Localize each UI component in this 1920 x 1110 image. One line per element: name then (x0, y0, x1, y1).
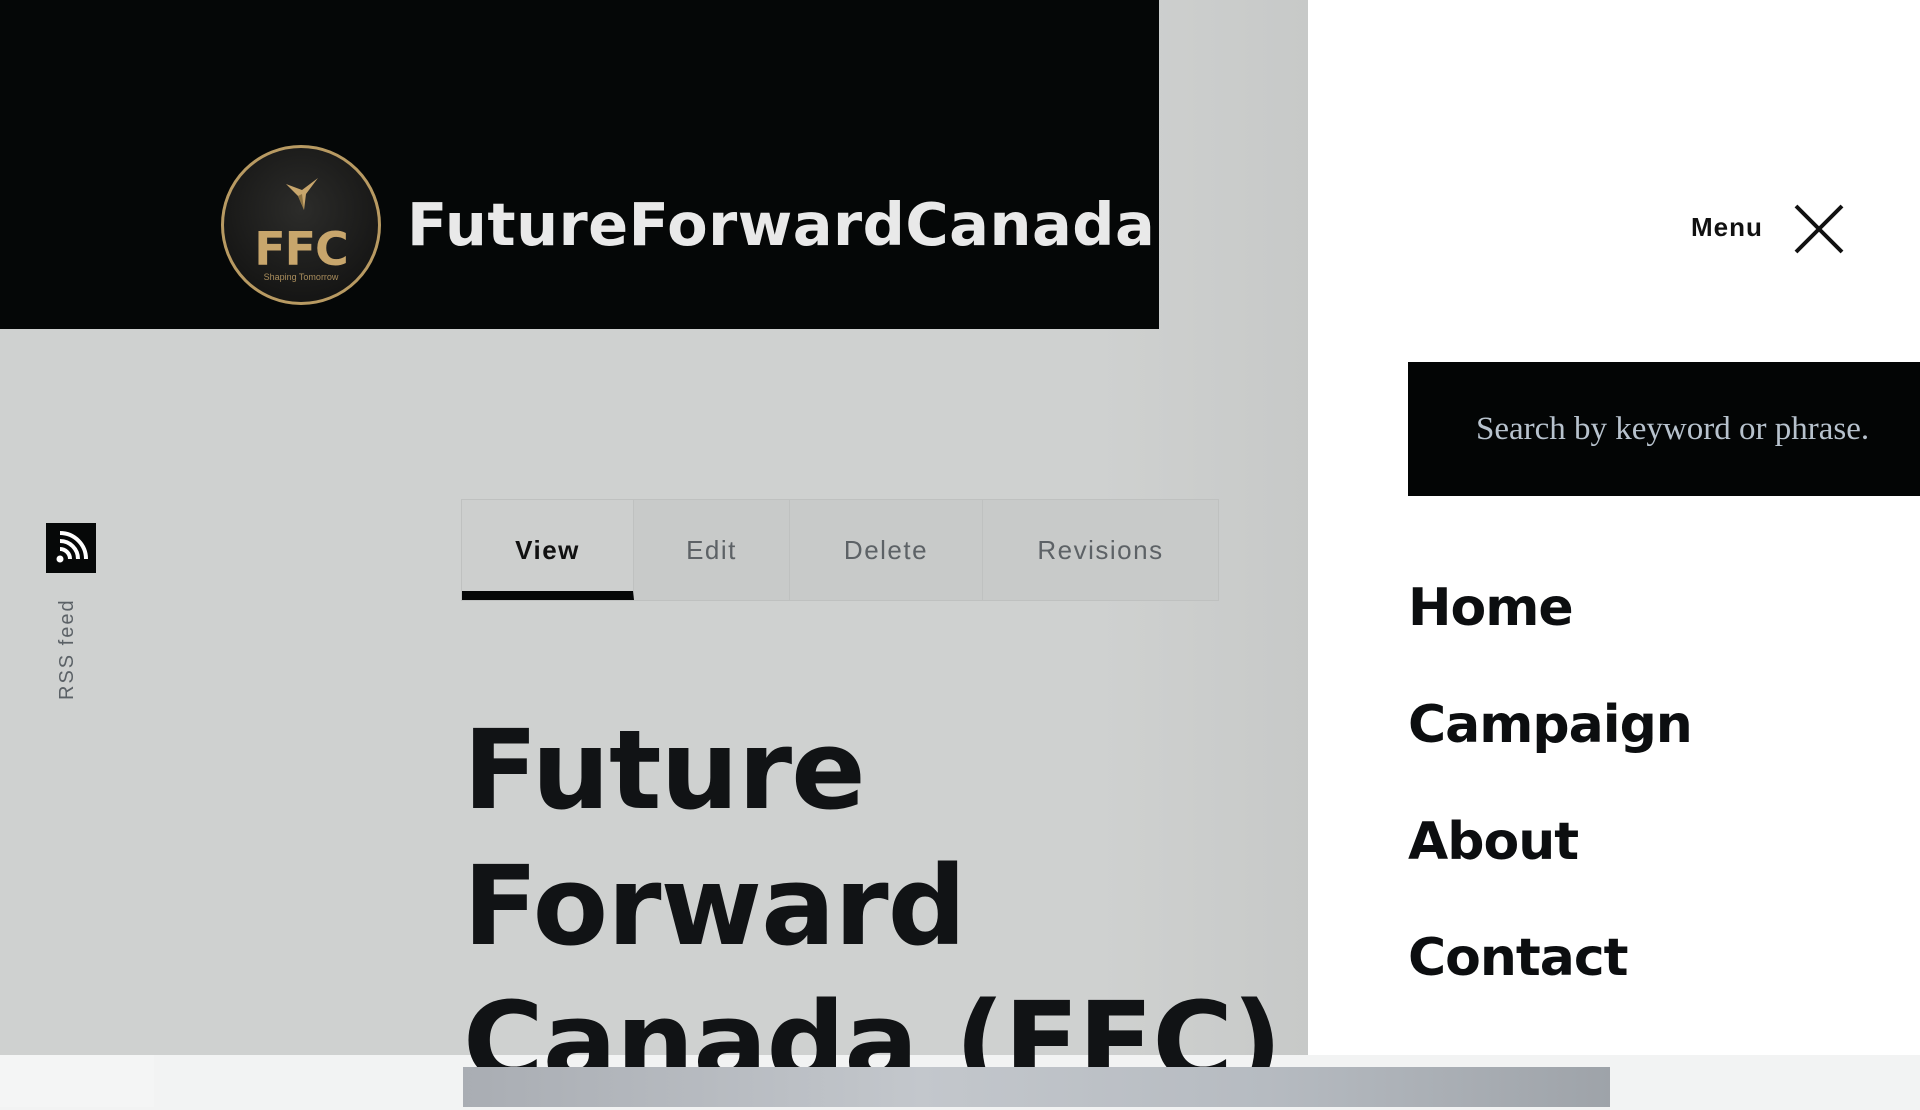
hero-image (463, 1067, 1610, 1107)
bird-icon (286, 178, 318, 210)
left-gutter-footer (0, 1055, 154, 1107)
rss-feed-label[interactable]: RSS feed (56, 598, 79, 700)
nav-item-campaign[interactable]: Campaign (1408, 695, 1693, 755)
page-title: Future Forward Canada (FFC) (463, 706, 1282, 1106)
nav-item-home[interactable]: Home (1408, 578, 1574, 638)
site-name[interactable]: FutureForwardCanada (407, 190, 1155, 259)
rss-icon (56, 531, 88, 563)
close-icon[interactable] (1792, 202, 1846, 256)
site-header: FFC Shaping Tomorrow FutureForwardCanada (0, 0, 1159, 329)
menu-panel (1308, 0, 1920, 1055)
search-input[interactable] (1408, 362, 1920, 496)
tab-view[interactable]: View (462, 500, 634, 600)
tab-edit[interactable]: Edit (634, 500, 790, 600)
tab-delete[interactable]: Delete (790, 500, 983, 600)
logo-tagline: Shaping Tomorrow (263, 272, 339, 282)
menu-label[interactable]: Menu (1691, 212, 1763, 243)
nav-item-about[interactable]: About (1408, 812, 1579, 872)
logo-initials: FFC (254, 222, 349, 276)
nav-item-contact[interactable]: Contact (1408, 928, 1629, 988)
local-tasks-tabs: View Edit Delete Revisions (461, 499, 1219, 601)
tab-revisions[interactable]: Revisions (983, 500, 1218, 600)
rss-feed-button[interactable] (46, 523, 96, 573)
site-logo[interactable]: FFC Shaping Tomorrow (221, 145, 381, 305)
